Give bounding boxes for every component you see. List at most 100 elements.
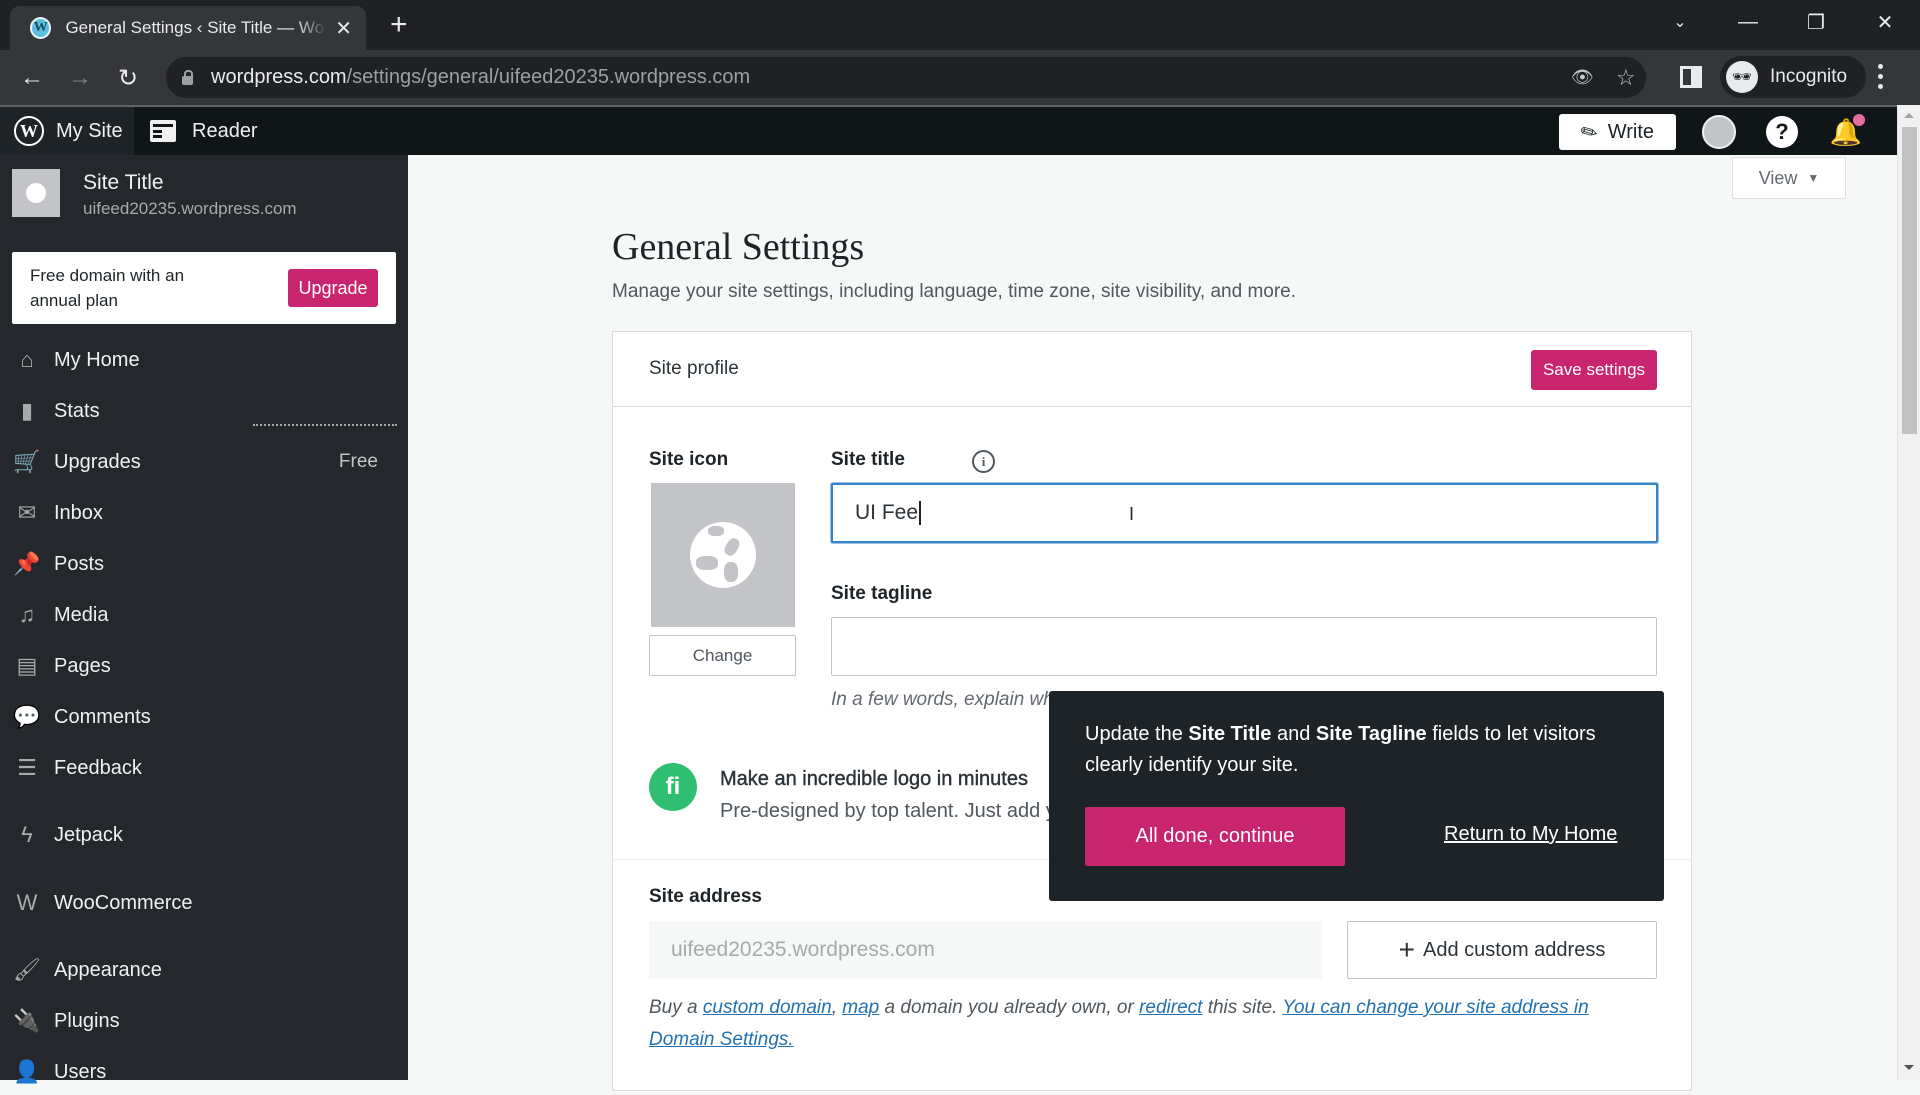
return-to-my-home-link[interactable]: Return to My Home	[1444, 823, 1617, 846]
sidebar-item-label: Feedback	[54, 756, 142, 779]
help-text: ,	[831, 997, 843, 1018]
page-scrollbar[interactable]	[1897, 105, 1920, 1080]
sidebar-item-label: Inbox	[54, 501, 103, 524]
tab-close-icon[interactable]: ✕	[335, 16, 352, 41]
help-text: a domain you already own, or	[879, 997, 1140, 1018]
help-icon[interactable]: ?	[1766, 116, 1798, 148]
reload-button[interactable]: ↻	[110, 60, 146, 96]
user-avatar[interactable]	[1702, 115, 1736, 149]
incognito-profile-button[interactable]: 🕶 Incognito	[1720, 56, 1866, 98]
upsell-banner: Free domain with an annual plan Upgrade	[12, 252, 396, 324]
sidebar-item-label: Comments	[54, 705, 151, 728]
incognito-icon: 🕶	[1726, 61, 1758, 93]
side-panel-icon[interactable]	[1680, 66, 1702, 88]
sidebar-item-woocommerce[interactable]: W WooCommerce	[0, 880, 408, 926]
url-host: wordpress.com	[211, 66, 347, 88]
sidebar-item-inbox[interactable]: ✉ Inbox	[0, 490, 408, 536]
scroll-down-arrow-icon[interactable]	[1904, 1065, 1914, 1070]
sidebar-item-feedback[interactable]: ☰ Feedback	[0, 745, 408, 791]
sidebar-item-stats[interactable]: ▮ Stats	[0, 388, 408, 434]
all-done-continue-button[interactable]: All done, continue	[1085, 807, 1345, 866]
sidebar-item-label: Posts	[54, 552, 105, 575]
window-close-button[interactable]: ✕	[1855, 0, 1915, 44]
feather-icon: ✎	[1576, 118, 1603, 147]
plus-icon: +	[1398, 934, 1416, 965]
pushpin-icon: 📌	[13, 551, 41, 576]
feedback-form-icon: ☰	[17, 755, 37, 780]
forward-button[interactable]: →	[62, 60, 98, 96]
jetpack-bolt-icon: ϟ	[21, 822, 33, 847]
info-icon[interactable]: i	[972, 450, 995, 473]
site-address-input: uifeed20235.wordpress.com	[649, 921, 1322, 979]
site-title-value: UI Fee	[855, 501, 919, 524]
main-content: View ▼ General Settings Manage your site…	[408, 155, 1897, 1091]
map-domain-link[interactable]: map	[842, 997, 879, 1018]
sidebar-item-posts[interactable]: 📌 Posts	[0, 541, 408, 587]
tab-search-chevron-icon[interactable]: ⌄	[1650, 0, 1710, 44]
bookmark-star-icon[interactable]: ☆	[1616, 57, 1636, 98]
wordpress-favicon-icon: W	[30, 17, 52, 39]
browser-tab-active[interactable]: W General Settings ‹ Site Title — WordPr…	[10, 6, 366, 50]
tour-text-bold: Site Tagline	[1315, 723, 1427, 745]
sidebar-item-label: Pages	[54, 654, 111, 677]
save-settings-button[interactable]: Save settings	[1531, 350, 1657, 390]
add-custom-address-button[interactable]: + Add custom address	[1347, 921, 1657, 979]
incognito-label: Incognito	[1770, 66, 1848, 87]
sidebar-item-label: My Home	[54, 348, 140, 371]
new-tab-button[interactable]: +	[390, 8, 408, 42]
reader-button[interactable]: Reader	[150, 107, 258, 155]
woo-icon: W	[16, 890, 38, 915]
write-button[interactable]: ✎ Write	[1559, 114, 1676, 150]
sidebar-item-media[interactable]: ♫ Media	[0, 592, 408, 638]
lock-icon[interactable]	[182, 69, 193, 85]
sidebar-item-label: Stats	[54, 399, 100, 422]
sidebar-item-label: Jetpack	[54, 823, 123, 846]
notification-unread-dot	[1853, 114, 1865, 126]
sidebar-item-label: Media	[54, 603, 109, 626]
my-site-button[interactable]: W My Site	[0, 107, 134, 155]
site-tagline-input[interactable]	[831, 617, 1657, 676]
card-header: Site profile Save settings	[613, 332, 1691, 407]
site-title-label: Site title	[831, 449, 905, 470]
add-custom-address-label: Add custom address	[1423, 938, 1606, 961]
site-title-input[interactable]: UI Fee	[831, 483, 1658, 543]
page-title: General Settings	[612, 226, 865, 268]
browser-toolbar: ← → ↻ wordpress.com/settings/general/uif…	[0, 50, 1920, 105]
address-bar[interactable]: wordpress.com/settings/general/uifeed202…	[166, 57, 1646, 98]
view-site-dropdown[interactable]: View ▼	[1732, 157, 1846, 199]
reader-icon	[150, 120, 176, 142]
site-icon-preview[interactable]	[651, 483, 795, 627]
sidebar-item-appearance[interactable]: 🖌 Appearance	[0, 947, 408, 993]
scroll-up-arrow-icon[interactable]	[1904, 113, 1914, 118]
scrollbar-thumb[interactable]	[1902, 127, 1917, 434]
sidebar-item-comments[interactable]: 💬 Comments	[0, 694, 408, 740]
home-icon: ⌂	[20, 347, 34, 372]
sidebar-item-plugins[interactable]: 🔌 Plugins	[0, 998, 408, 1044]
eye-off-icon[interactable]: 👁	[1571, 57, 1594, 98]
sidebar-item-pages[interactable]: ▤ Pages	[0, 643, 408, 689]
sidebar-item-jetpack[interactable]: ϟ Jetpack	[0, 812, 408, 858]
redirect-link[interactable]: redirect	[1139, 997, 1202, 1018]
upgrade-button[interactable]: Upgrade	[288, 269, 378, 307]
mail-icon: ✉	[17, 500, 37, 525]
restore-button[interactable]: ❐	[1786, 0, 1846, 44]
minimize-button[interactable]: —	[1718, 0, 1778, 44]
sidebar-item-my-home[interactable]: ⌂ My Home	[0, 337, 408, 383]
site-switcher[interactable]: Site Title uifeed20235.wordpress.com	[12, 169, 297, 221]
site-icon-thumbnail	[12, 169, 60, 217]
text-cursor-icon: I	[1129, 504, 1135, 524]
browser-menu-icon[interactable]	[1878, 64, 1884, 89]
sidebar-item-upgrades[interactable]: 🛒 Upgrades Free	[0, 439, 408, 485]
view-label: View	[1758, 167, 1798, 188]
tour-text-bold: Site Title	[1188, 723, 1272, 745]
custom-domain-link[interactable]: custom domain	[703, 997, 832, 1018]
change-site-icon-button[interactable]: Change	[649, 635, 796, 676]
sidebar-item-users[interactable]: 👤 Users	[0, 1049, 408, 1095]
fiverr-logo-icon: fi	[649, 763, 697, 811]
tab-title: General Settings ‹ Site Title — WordPres…	[65, 18, 328, 37]
sidebar-site-url: uifeed20235.wordpress.com	[83, 199, 297, 218]
back-button[interactable]: ←	[14, 60, 50, 96]
wp-admin-bar: W My Site Reader ✎ Write ? 🔔	[0, 105, 1897, 155]
upsell-text: Free domain with an annual plan	[30, 266, 185, 310]
sidebar-item-label: Plugins	[54, 1009, 120, 1032]
